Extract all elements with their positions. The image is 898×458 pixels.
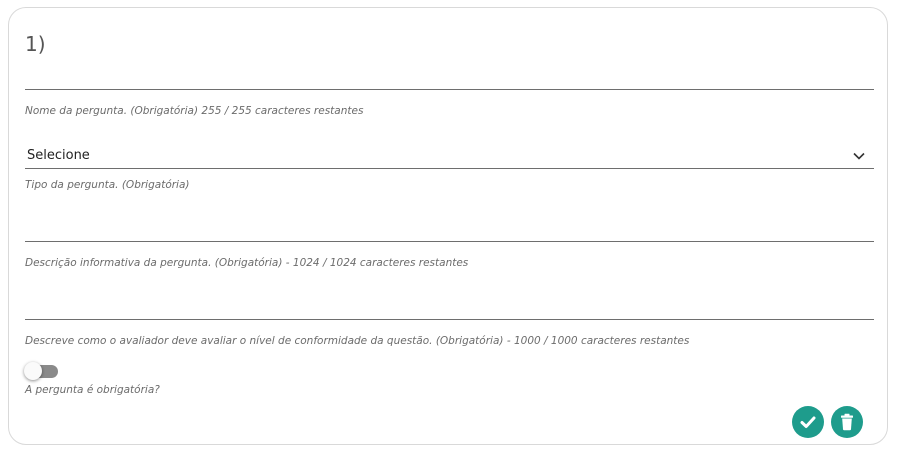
evaluation-guidance-helper: Descreve como o avaliador deve avaliar o… bbox=[25, 335, 690, 347]
question-type-select[interactable] bbox=[25, 140, 874, 169]
question-description-helper: Descrição informativa da pergunta. (Obri… bbox=[25, 257, 469, 269]
required-toggle[interactable] bbox=[24, 362, 60, 380]
question-name-input[interactable] bbox=[25, 58, 874, 90]
question-type-selected-value: Selecione bbox=[27, 148, 90, 163]
question-type-helper: Tipo da pergunta. (Obrigatória) bbox=[25, 179, 190, 191]
confirm-button[interactable] bbox=[792, 406, 824, 438]
check-icon bbox=[800, 416, 816, 428]
evaluation-guidance-input[interactable] bbox=[25, 286, 874, 320]
trash-icon bbox=[841, 413, 853, 431]
toggle-knob bbox=[24, 362, 42, 380]
question-card: 1) Nome da pergunta. (Obrigatória) 255 /… bbox=[8, 7, 888, 445]
chevron-down-icon[interactable] bbox=[853, 151, 865, 161]
question-name-helper: Nome da pergunta. (Obrigatória) 255 / 25… bbox=[25, 105, 364, 117]
delete-button[interactable] bbox=[831, 406, 863, 438]
question-number: 1) bbox=[25, 32, 46, 56]
question-description-input[interactable] bbox=[25, 208, 874, 242]
required-toggle-label: A pergunta é obrigatória? bbox=[25, 384, 160, 396]
